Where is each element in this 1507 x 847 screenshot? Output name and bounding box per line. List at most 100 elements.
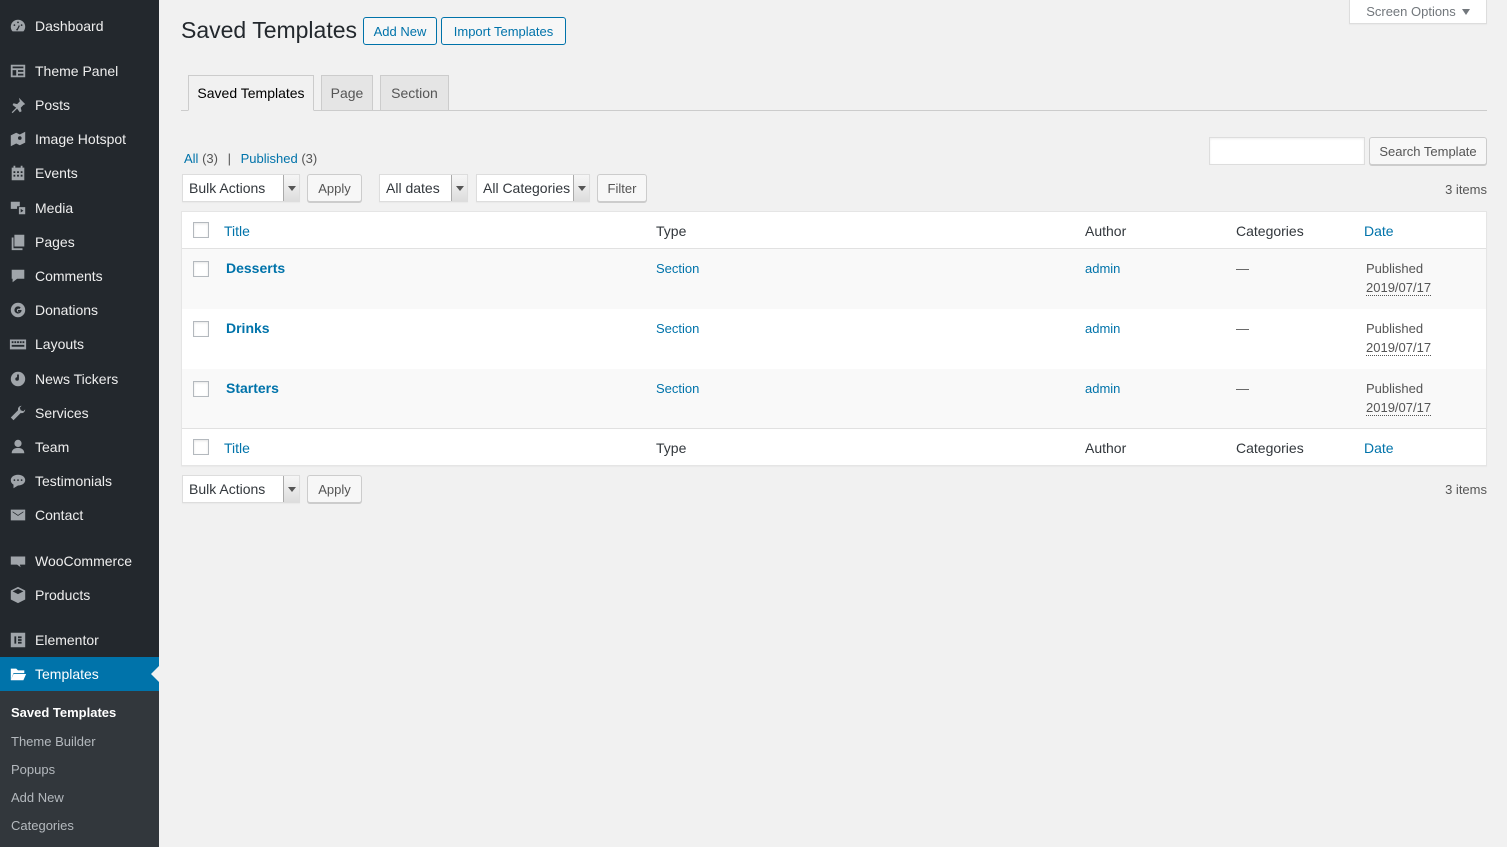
- dates-value: All dates: [386, 180, 440, 196]
- row-title-link[interactable]: Drinks: [226, 320, 270, 336]
- menu-item-dashboard[interactable]: Dashboard: [0, 9, 159, 43]
- admin-sidebar: Dashboard Theme Panel Posts Image Hotspo…: [0, 0, 159, 847]
- row-type-link[interactable]: Section: [656, 261, 699, 276]
- column-date-footer[interactable]: Date: [1364, 440, 1394, 456]
- menu-item-comments[interactable]: Comments: [0, 259, 159, 293]
- row-date: 2019/07/17: [1366, 340, 1432, 356]
- row-title-link[interactable]: Desserts: [226, 260, 285, 276]
- menu-label: Team: [35, 439, 70, 455]
- row-type-link[interactable]: Section: [656, 381, 699, 396]
- column-title-footer[interactable]: Title: [224, 440, 250, 456]
- categories-select[interactable]: All Categories: [476, 174, 590, 202]
- row-author-link[interactable]: admin: [1085, 321, 1120, 336]
- menu-item-products[interactable]: Products: [0, 578, 159, 612]
- filter-button[interactable]: Filter: [597, 174, 647, 202]
- menu-item-events[interactable]: Events: [0, 156, 159, 190]
- dates-select[interactable]: All dates: [379, 174, 468, 202]
- column-type-footer: Type: [656, 440, 687, 456]
- menu-label: Templates: [35, 666, 99, 682]
- items-count-bottom: 3 items: [1445, 482, 1487, 497]
- dropdown-arrow-icon: [451, 175, 467, 201]
- menu-item-templates[interactable]: Templates: [0, 657, 159, 691]
- apply-button-bottom[interactable]: Apply: [307, 475, 362, 503]
- bulk-actions-value: Bulk Actions: [189, 180, 266, 196]
- menu-label: WooCommerce: [35, 553, 132, 569]
- submenu-saved-templates[interactable]: Saved Templates: [11, 705, 116, 720]
- row-author-link[interactable]: admin: [1085, 381, 1120, 396]
- row-checkbox[interactable]: [193, 261, 209, 277]
- news-tickers-icon: [0, 362, 35, 396]
- row-checkbox[interactable]: [193, 321, 209, 337]
- row-checkbox[interactable]: [193, 381, 209, 397]
- menu-item-layouts[interactable]: Layouts: [0, 327, 159, 361]
- menu-item-posts[interactable]: Posts: [0, 88, 159, 122]
- menu-item-services[interactable]: Services: [0, 396, 159, 430]
- submenu-categories[interactable]: Categories: [11, 818, 74, 833]
- menu-label: Donations: [35, 302, 99, 318]
- bulk-actions-select-top[interactable]: Bulk Actions: [182, 174, 300, 202]
- menu-item-team[interactable]: Team: [0, 430, 159, 464]
- table-row: Starters Section admin — Published 2019/…: [182, 369, 1486, 429]
- submenu-theme-builder[interactable]: Theme Builder: [11, 734, 96, 749]
- menu-label: Pages: [35, 234, 75, 250]
- menu-item-contact[interactable]: Contact: [0, 498, 159, 532]
- menu-item-image-hotspot[interactable]: Image Hotspot: [0, 122, 159, 156]
- tab-saved-templates[interactable]: Saved Templates: [188, 75, 314, 111]
- add-new-button[interactable]: Add New: [363, 17, 437, 45]
- search-input[interactable]: [1209, 137, 1365, 165]
- menu-label: Testimonials: [35, 473, 113, 489]
- products-icon: [0, 578, 35, 612]
- menu-label: Events: [35, 165, 78, 181]
- view-all-link[interactable]: All: [184, 151, 198, 166]
- items-count-top: 3 items: [1445, 182, 1487, 197]
- screen-options-label: Screen Options: [1366, 4, 1456, 19]
- dashboard-icon: [0, 9, 35, 43]
- select-all-checkbox-footer[interactable]: [193, 439, 209, 455]
- tab-section[interactable]: Section: [380, 75, 449, 111]
- calendar-icon: [0, 156, 35, 190]
- menu-item-pages[interactable]: Pages: [0, 225, 159, 259]
- import-templates-button[interactable]: Import Templates: [441, 17, 566, 45]
- donations-icon: [0, 293, 35, 327]
- tab-page[interactable]: Page: [321, 75, 373, 111]
- bulk-actions-select-bottom[interactable]: Bulk Actions: [182, 475, 300, 503]
- comments-icon: [0, 259, 35, 293]
- row-date: 2019/07/17: [1366, 400, 1432, 416]
- theme-panel-icon: [0, 54, 35, 88]
- apply-button-top[interactable]: Apply: [307, 174, 362, 202]
- tabs-divider: [181, 110, 1487, 111]
- menu-label: Dashboard: [35, 18, 104, 34]
- menu-item-donations[interactable]: Donations: [0, 293, 159, 327]
- submenu-add-new[interactable]: Add New: [11, 790, 64, 805]
- menu-label: Layouts: [35, 336, 85, 352]
- row-title-link[interactable]: Starters: [226, 380, 279, 396]
- menu-item-testimonials[interactable]: Testimonials: [0, 464, 159, 498]
- categories-value: All Categories: [483, 180, 571, 196]
- menu-item-media[interactable]: Media: [0, 191, 159, 225]
- media-icon: [0, 191, 35, 225]
- menu-item-elementor[interactable]: Elementor: [0, 623, 159, 657]
- screen-options-button[interactable]: Screen Options: [1349, 0, 1487, 24]
- column-date[interactable]: Date: [1364, 223, 1394, 239]
- menu-label: Posts: [35, 97, 71, 113]
- menu-label: Comments: [35, 268, 103, 284]
- row-type-link[interactable]: Section: [656, 321, 699, 336]
- search-template-button[interactable]: Search Template: [1369, 137, 1487, 165]
- menu-item-woocommerce[interactable]: WooCommerce: [0, 544, 159, 578]
- table-row: Drinks Section admin — Published 2019/07…: [182, 309, 1486, 369]
- caret-down-icon: [1461, 8, 1470, 15]
- menu-item-theme-panel[interactable]: Theme Panel: [0, 54, 159, 88]
- dropdown-arrow-icon: [283, 175, 299, 201]
- menu-label: Services: [35, 405, 89, 421]
- row-status: Published: [1366, 381, 1424, 396]
- column-author: Author: [1085, 223, 1127, 239]
- view-published-link[interactable]: Published: [241, 151, 298, 166]
- pages-icon: [0, 225, 35, 259]
- select-all-checkbox[interactable]: [193, 222, 209, 238]
- column-title[interactable]: Title: [224, 223, 250, 239]
- folder-open-icon: [0, 657, 35, 691]
- row-author-link[interactable]: admin: [1085, 261, 1120, 276]
- submenu-popups[interactable]: Popups: [11, 762, 55, 777]
- view-published-count: (3): [301, 151, 318, 166]
- menu-item-news-tickers[interactable]: News Tickers: [0, 362, 159, 396]
